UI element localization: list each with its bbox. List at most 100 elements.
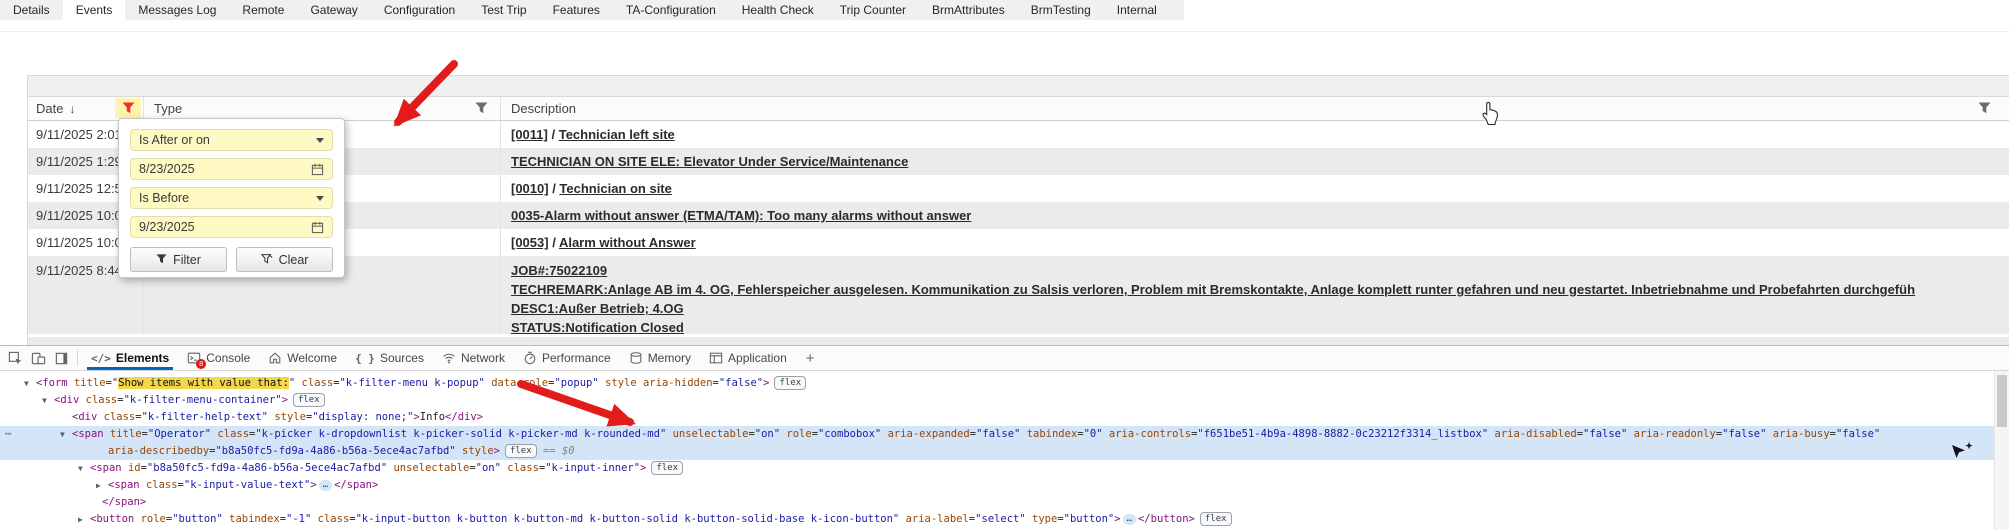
devtools-tab-sources[interactable]: { }Sources	[346, 346, 433, 370]
code-line[interactable]: ▼<form title="Show items with value that…	[0, 375, 1995, 392]
operator1-dropdown[interactable]: Is After or on	[130, 129, 333, 151]
tab-internal[interactable]: Internal	[1104, 0, 1170, 20]
code-line[interactable]: </span>	[0, 494, 1995, 511]
devtools-scrollbar[interactable]	[1994, 371, 2009, 530]
devtools-tab-network[interactable]: Network	[433, 346, 514, 370]
devtools-tab-elements[interactable]: </>Elements	[82, 346, 178, 370]
date2-input[interactable]: 9/23/2025	[130, 216, 333, 238]
devtools-toolbar: </>Elements8Console Welcome { }Sources Netw…	[0, 346, 2009, 371]
code-line[interactable]: ⋯▼<span title="Operator" class="k-picker…	[0, 426, 1995, 443]
devtools-panel: </>Elements8Console Welcome { }Sources Netw…	[0, 345, 2009, 530]
description-link[interactable]: STATUS:Notification Closed	[511, 320, 684, 334]
tab-test-trip[interactable]: Test Trip	[468, 0, 539, 20]
clear-button-label: Clear	[279, 253, 309, 267]
cell-description: [0011] / Technician left site	[501, 121, 2009, 148]
expand-arrow-icon[interactable]: ▶	[96, 477, 101, 494]
description-separator: /	[549, 181, 560, 196]
clear-button[interactable]: Clear	[236, 247, 333, 272]
code-line[interactable]: ▼<div class="k-filter-menu-container">fl…	[0, 392, 1995, 409]
line-actions-icon[interactable]: ⋯	[5, 426, 11, 443]
tab-ta-configuration[interactable]: TA-Configuration	[613, 0, 729, 20]
inspect-element-icon[interactable]	[4, 347, 27, 370]
code-line[interactable]: <div class="k-filter-help-text" style="d…	[0, 409, 1995, 426]
devtools-tab-label: Network	[461, 351, 505, 365]
description-link[interactable]: Alarm without Answer	[559, 235, 696, 250]
devtools-tabbar: </>Elements8Console Welcome { }Sources Netw…	[82, 346, 796, 370]
filter-funnel-icon	[156, 253, 167, 267]
date1-input[interactable]: 8/23/2025	[130, 158, 333, 180]
devtools-tab-label: Welcome	[287, 351, 337, 365]
column-header-type[interactable]: Type	[144, 97, 501, 120]
description-link[interactable]: [0053]	[511, 235, 549, 250]
filter-clear-icon	[261, 253, 273, 267]
flex-badge[interactable]: flex	[505, 444, 537, 458]
tab-trip-counter[interactable]: Trip Counter	[827, 0, 919, 20]
expand-ellipsis-icon[interactable]: …	[319, 480, 332, 491]
description-link[interactable]: [0010]	[511, 181, 549, 196]
more-tabs-button[interactable]: +	[796, 350, 825, 367]
description-link[interactable]: TECHNICIAN ON SITE ELE: Elevator Under S…	[511, 154, 908, 169]
column-title-date: Date	[36, 101, 63, 116]
column-header-description[interactable]: Description	[501, 97, 2009, 120]
operator2-dropdown[interactable]: Is Before	[130, 187, 333, 209]
description-filter-icon[interactable]	[1971, 98, 1997, 118]
description-link[interactable]: [0011]	[511, 127, 548, 142]
toolbar-divider	[0, 31, 2009, 32]
calendar-icon[interactable]	[311, 221, 324, 234]
devtools-tab-application[interactable]: Application	[700, 346, 796, 370]
date2-value: 9/23/2025	[139, 220, 195, 234]
column-title-type: Type	[154, 101, 182, 116]
tab-remote[interactable]: Remote	[229, 0, 297, 20]
description-link[interactable]: JOB#:75022109	[511, 263, 607, 278]
flex-badge[interactable]: flex	[293, 393, 325, 407]
expand-arrow-icon[interactable]: ▶	[78, 511, 83, 528]
tab-configuration[interactable]: Configuration	[371, 0, 468, 20]
tab-messages-log[interactable]: Messages Log	[125, 0, 229, 20]
filter-button[interactable]: Filter	[130, 247, 227, 272]
dock-side-icon[interactable]	[50, 347, 73, 370]
column-header-date[interactable]: Date ↓	[28, 97, 144, 120]
devtools-tab-welcome[interactable]: Welcome	[259, 346, 346, 370]
collapse-arrow-icon[interactable]: ▼	[78, 460, 83, 477]
operator2-value: Is Before	[139, 191, 189, 205]
devtools-tab-performance[interactable]: Performance	[514, 346, 620, 370]
network-icon	[442, 351, 456, 365]
chevron-down-icon	[316, 196, 324, 201]
code-line[interactable]: aria-describedby="b8a50fc5-fd9a-4a86-b56…	[0, 443, 1995, 460]
tab-health-check[interactable]: Health Check	[729, 0, 827, 20]
collapse-arrow-icon[interactable]: ▼	[60, 426, 65, 443]
devtools-tab-label: Performance	[542, 351, 611, 365]
code-line[interactable]: ▼<span id="b8a50fc5-fd9a-4a86-b56a-5ece4…	[0, 460, 1995, 477]
tab-details[interactable]: Details	[0, 0, 63, 20]
collapse-arrow-icon[interactable]: ▼	[24, 375, 29, 392]
description-link[interactable]: Technician left site	[559, 127, 675, 142]
cell-description: 0035-Alarm without answer (ETMA/TAM): To…	[501, 202, 2009, 229]
tab-brmtesting[interactable]: BrmTesting	[1018, 0, 1104, 20]
description-link[interactable]: TECHREMARK:Anlage AB im 4. OG, Fehlerspe…	[511, 282, 1915, 297]
scrollbar-thumb[interactable]	[1997, 375, 2007, 427]
date-filter-icon[interactable]	[115, 98, 141, 118]
devtools-tab-console[interactable]: 8Console	[178, 346, 259, 370]
devtools-tab-label: Sources	[380, 351, 424, 365]
devtools-tab-label: Elements	[116, 351, 169, 365]
devtools-tab-memory[interactable]: Memory	[620, 346, 700, 370]
collapse-arrow-icon[interactable]: ▼	[42, 392, 47, 409]
type-filter-icon[interactable]	[468, 98, 494, 118]
tab-gateway[interactable]: Gateway	[297, 0, 370, 20]
description-link[interactable]: Technician on site	[559, 181, 671, 196]
description-link[interactable]: DESC1:Außer Betrieb; 4.OG	[511, 301, 684, 316]
description-link[interactable]: 0035-Alarm without answer (ETMA/TAM): To…	[511, 208, 971, 223]
flex-badge[interactable]: flex	[651, 461, 683, 475]
flex-badge[interactable]: flex	[774, 376, 806, 390]
tab-brmattributes[interactable]: BrmAttributes	[919, 0, 1018, 20]
tab-events[interactable]: Events	[63, 0, 126, 20]
calendar-icon[interactable]	[311, 163, 324, 176]
elements-tree: ▼<form title="Show items with value that…	[0, 371, 1995, 530]
code-line[interactable]: ▶<button role="button" tabindex="-1" cla…	[0, 511, 1995, 528]
flex-badge[interactable]: flex	[1200, 512, 1232, 526]
cell-description: [0010] / Technician on site	[501, 175, 2009, 202]
device-toolbar-icon[interactable]	[27, 347, 50, 370]
expand-ellipsis-icon[interactable]: …	[1123, 514, 1136, 525]
tab-features[interactable]: Features	[540, 0, 613, 20]
code-line[interactable]: ▶<span class="k-input-value-text">…</spa…	[0, 477, 1995, 494]
